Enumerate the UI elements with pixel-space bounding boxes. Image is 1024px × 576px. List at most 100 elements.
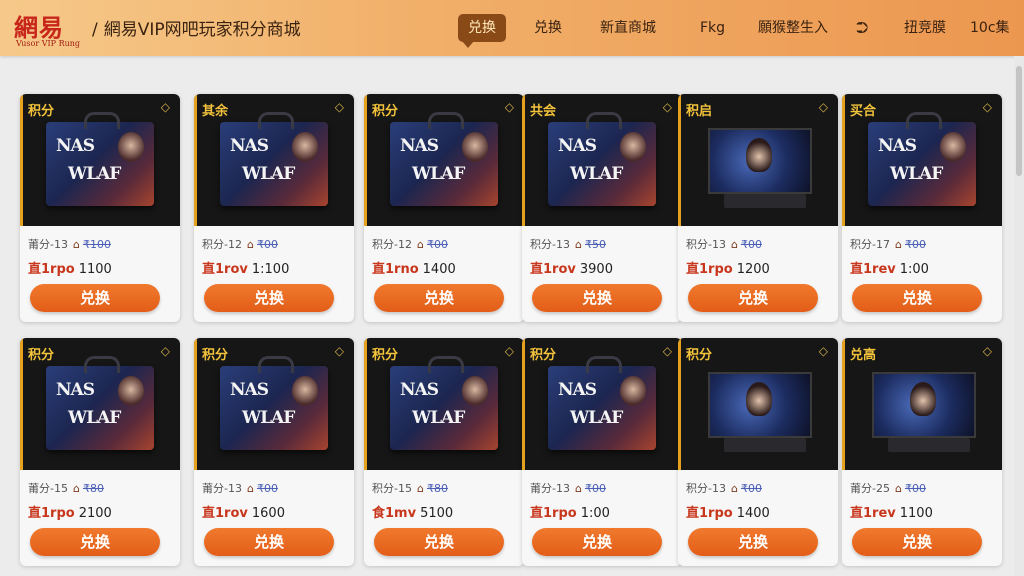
product-image-bag: NAS WLAF (220, 356, 328, 450)
product-image-bag: NAS WLAF (220, 112, 328, 206)
exchange-button[interactable]: 兑换 (852, 284, 982, 312)
points-cost: 1:100 (251, 262, 290, 277)
exchange-button[interactable]: 兑换 (852, 528, 982, 556)
product-thumbnail[interactable]: 积启 ◇ (678, 94, 838, 226)
product-thumbnail[interactable]: 积分 ◇ NAS WLAF (194, 338, 354, 470)
house-icon: ⌂ (72, 482, 80, 495)
product-thumbnail[interactable]: 积分 ◇ NAS WLAF (20, 94, 180, 226)
product-thumbnail[interactable]: 兑高 ◇ (842, 338, 1002, 470)
exchange-button[interactable]: 兑换 (532, 528, 662, 556)
product-card[interactable]: 积分 ◇ NAS WLAF 莆分-13 ⌂ ₹00 直1rov 1600 兑换 (194, 338, 354, 566)
top-header: 網易 Vusor VIP Rung / 網易VIP网吧玩家积分商城 兑换 兑换 新… (0, 0, 1024, 56)
product-thumbnail[interactable]: 积分 ◇ NAS WLAF (20, 338, 180, 470)
product-card[interactable]: 积分 ◇ NAS WLAF 莆分-15 ⌂ ₹80 直1rpo 2100 兑换 (20, 338, 180, 566)
product-spec: 积分-17 (850, 238, 890, 251)
exchange-button[interactable]: 兑换 (532, 284, 662, 312)
bag-text-wlaf: WLAF (68, 408, 121, 428)
product-card[interactable]: 其余 ◇ NAS WLAF 积分-12 ⌂ ₹00 直1rov 1:100 兑换 (194, 94, 354, 322)
product-image-monitor (708, 128, 812, 194)
original-price: ₹00 (904, 482, 926, 495)
exchange-button[interactable]: 兑换 (374, 528, 504, 556)
product-type: 直1rno (372, 262, 419, 277)
original-price: ₹00 (256, 238, 278, 251)
product-card[interactable]: 积分 ◇ NAS WLAF 莆分-13 ⌂ ₹00 直1rpo 1:00 兑换 (522, 338, 682, 566)
product-card[interactable]: 兑高 ◇ 莆分-25 ⌂ ₹00 直1rev 1100 兑换 (842, 338, 1002, 566)
exchange-button[interactable]: 兑换 (374, 284, 504, 312)
house-icon: ⌂ (246, 238, 254, 251)
scroll-thumb[interactable] (1016, 66, 1022, 176)
original-price: ₹80 (426, 482, 448, 495)
points-cost: 1200 (736, 262, 770, 277)
product-tag: 买合 (850, 104, 877, 119)
price-line: 莆分-13 ⌂ ₹00 (202, 480, 278, 496)
nav-item-membership[interactable]: 扭竞膜 (904, 14, 946, 42)
price-line: 积分-13 ⌂ ₹00 (686, 480, 762, 496)
product-card[interactable]: 买合 ◇ NAS WLAF 积分-17 ⌂ ₹00 直1rev 1:00 兑换 (842, 94, 1002, 322)
points-line: 直1rev 1:00 (850, 258, 929, 277)
exchange-button[interactable]: 兑换 (688, 528, 818, 556)
bag-handle (906, 112, 942, 129)
bag-portrait (462, 132, 488, 162)
exchange-button[interactable]: 兑换 (30, 528, 160, 556)
product-thumbnail[interactable]: 买合 ◇ NAS WLAF (842, 94, 1002, 226)
product-image-bag: NAS WLAF (548, 112, 656, 206)
product-card[interactable]: 共会 ◇ NAS WLAF 积分-13 ⌂ ₹50 直1rov 3900 兑换 (522, 94, 682, 322)
nav-item-exchange-active[interactable]: 兑换 (458, 14, 506, 48)
product-card[interactable]: 积启 ◇ 积分-13 ⌂ ₹00 直1rpo 1200 兑换 (678, 94, 838, 322)
corner-diamond-icon: ◇ (662, 344, 672, 358)
product-type: 直1rev (850, 262, 896, 277)
house-icon: ⌂ (894, 238, 902, 251)
product-card[interactable]: 积分 ◇ 积分-13 ⌂ ₹00 直1rpo 1400 兑换 (678, 338, 838, 566)
exchange-button[interactable]: 兑换 (204, 528, 334, 556)
product-type: 食1mv (372, 506, 417, 521)
product-thumbnail[interactable]: 共会 ◇ NAS WLAF (522, 94, 682, 226)
share-icon[interactable]: ⮊ (856, 14, 868, 42)
product-thumbnail[interactable]: 其余 ◇ NAS WLAF (194, 94, 354, 226)
exchange-button[interactable]: 兑换 (30, 284, 160, 312)
product-image-bag: NAS WLAF (868, 112, 976, 206)
product-tag: 积分 (530, 348, 557, 363)
product-type: 直1rpo (530, 506, 577, 521)
exchange-button[interactable]: 兑换 (688, 284, 818, 312)
netease-logo[interactable]: 網易 Vusor VIP Rung (14, 6, 86, 50)
nav-item-fkg[interactable]: Fkg (700, 14, 725, 42)
corner-diamond-icon: ◇ (160, 100, 170, 114)
product-thumbnail[interactable]: 积分 ◇ (678, 338, 838, 470)
product-card[interactable]: 积分 ◇ NAS WLAF 积分-12 ⌂ ₹00 直1rno 1400 兑换 (364, 94, 524, 322)
product-card[interactable]: 积分 ◇ NAS WLAF 积分-15 ⌂ ₹80 食1mv 5100 兑换 (364, 338, 524, 566)
points-line: 直1rev 1100 (850, 502, 933, 521)
house-icon: ⌂ (416, 238, 424, 251)
product-image-keyboard (724, 194, 806, 208)
product-thumbnail[interactable]: 积分 ◇ NAS WLAF (364, 338, 524, 470)
points-cost: 5100 (420, 506, 454, 521)
thumbnail-edge (364, 94, 367, 226)
monitor-portrait (746, 138, 772, 172)
thumbnail-edge (522, 94, 525, 226)
bag-portrait (292, 376, 318, 406)
price-line: 积分-12 ⌂ ₹00 (202, 236, 278, 252)
points-line: 直1rpo 1100 (28, 258, 112, 277)
product-image-monitor (872, 372, 976, 438)
product-thumbnail[interactable]: 积分 ◇ NAS WLAF (364, 94, 524, 226)
product-thumbnail[interactable]: 积分 ◇ NAS WLAF (522, 338, 682, 470)
product-image-bag: NAS WLAF (390, 112, 498, 206)
thumbnail-edge (20, 338, 23, 470)
product-spec: 积分-12 (202, 238, 242, 251)
bag-handle (586, 112, 622, 129)
product-image-bag: NAS WLAF (46, 112, 154, 206)
logo-subtext: Vusor VIP Rung (16, 39, 81, 48)
product-card[interactable]: 积分 ◇ NAS WLAF 莆分-13 ⌂ ₹100 直1rpo 1100 兑换 (20, 94, 180, 322)
nav-item-collection[interactable]: 10c集 (970, 14, 1010, 42)
page-scrollbar[interactable] (1014, 56, 1024, 576)
nav-item-register[interactable]: 願猴整生入 (758, 14, 828, 42)
original-price: ₹00 (584, 482, 606, 495)
exchange-button[interactable]: 兑换 (204, 284, 334, 312)
corner-diamond-icon: ◇ (334, 100, 344, 114)
product-spec: 莆分-25 (850, 482, 890, 495)
product-tag: 积启 (686, 104, 713, 119)
bag-handle (258, 356, 294, 373)
bag-handle (428, 112, 464, 129)
nav-item-new-mall[interactable]: 新直商城 (600, 14, 656, 42)
product-type: 直1rpo (686, 506, 733, 521)
nav-item-exchange[interactable]: 兑换 (534, 14, 562, 42)
